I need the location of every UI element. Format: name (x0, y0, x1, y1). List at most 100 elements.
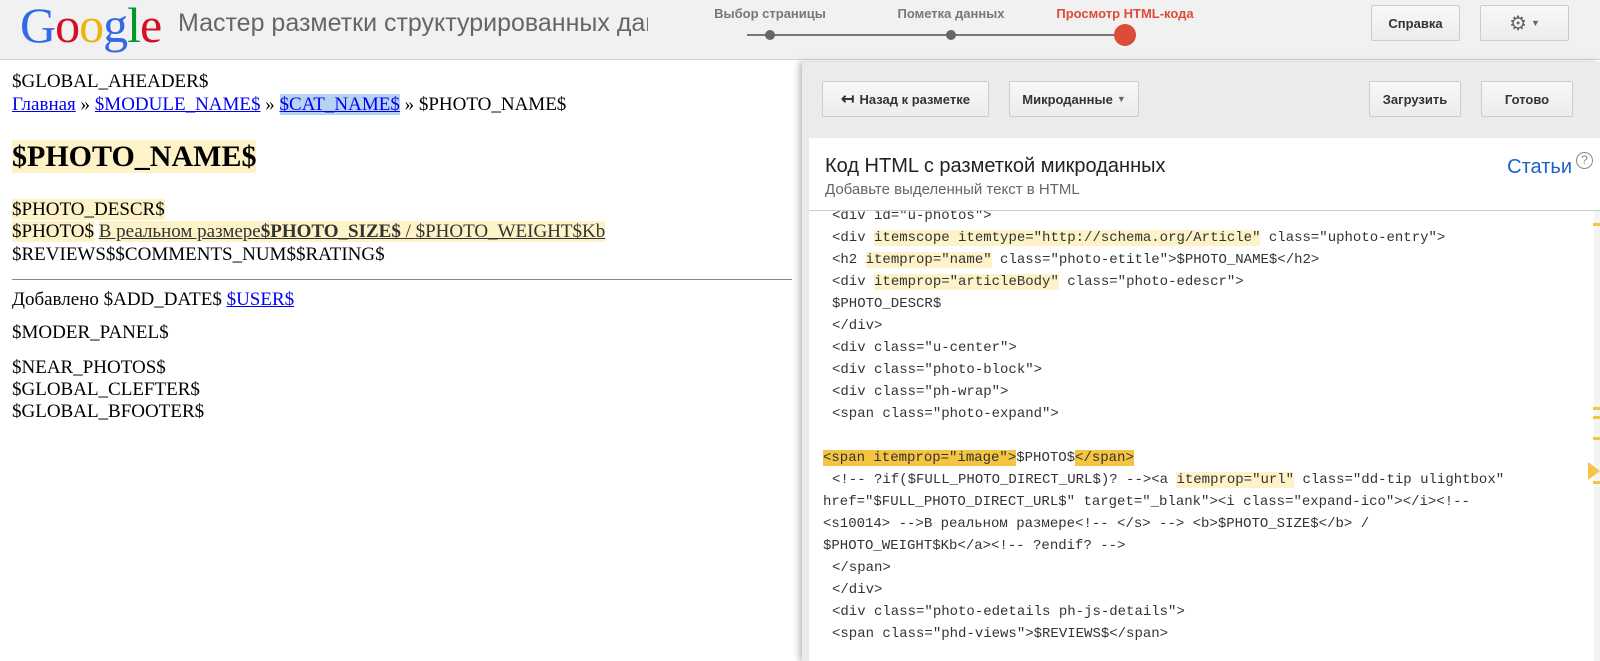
code-line: <h2 itemprop="name" class="photo-etitle"… (832, 249, 1319, 271)
global-clefter: $GLOBAL_CLEFTER$ (12, 379, 200, 400)
page-preview: $GLOBAL_AHEADER$ Главная » $MODULE_NAME$… (0, 62, 800, 661)
moder-panel: $MODER_PANEL$ (12, 322, 169, 343)
photo-stats: $REVIEWS$$COMMENTS_NUM$$RATING$ (12, 244, 385, 265)
code-view[interactable]: <div id="u-photos"> <div itemscope itemt… (809, 211, 1579, 661)
code-token-highlight: itemprop="name" (865, 252, 992, 268)
format-label: Микроданные (1022, 91, 1113, 107)
code-line: </div> (832, 318, 883, 334)
step-label: Выбор страницы (714, 6, 826, 21)
code-token: class="uphoto-entry"> (1260, 230, 1446, 246)
code-line: <div class="ph-wrap"> (832, 384, 1009, 400)
breadcrumb: Главная » $MODULE_NAME$ » $CAT_NAME$ » $… (12, 93, 566, 116)
photo-description-text: $PHOTO_DESCR$ (12, 199, 165, 220)
download-button[interactable]: Загрузить (1369, 81, 1461, 117)
divider (12, 279, 792, 280)
code-line: <s10014> -->В реальном размере<!-- </s> … (823, 516, 1370, 532)
logo-letter: G (20, 0, 56, 53)
help-icon[interactable]: ? (1576, 152, 1593, 169)
step-dot (765, 30, 775, 40)
help-button[interactable]: Справка (1371, 5, 1460, 41)
code-line: <span class="phd-views">$REVIEWS$</span> (832, 626, 1169, 642)
code-line: <span itemprop="image">$PHOTO$</span> (823, 447, 1134, 469)
step-dot-current (1114, 24, 1136, 46)
full-size-text: В реальном размере (98, 221, 261, 242)
app-title: Мастер разметки структурированных данных (178, 9, 648, 37)
logo-letter: e (140, 0, 162, 53)
breadcrumb-current: $PHOTO_NAME$ (418, 94, 567, 115)
code-token: class="photo-etitle">$PHOTO_NAME$</h2> (991, 252, 1320, 268)
code-line: href="$FULL_PHOTO_DIRECT_URL$" target="_… (823, 494, 1470, 510)
code-line: <div class="photo-edetails ph-js-details… (832, 604, 1185, 620)
code-subtitle: Добавьте выделенный текст в HTML (825, 181, 1080, 198)
logo-letter: o (55, 0, 80, 53)
photo-title[interactable]: $PHOTO_NAME$ (12, 140, 257, 174)
breadcrumb-category-link[interactable]: $CAT_NAME$ (279, 94, 400, 115)
code-token-highlight: itemprop="articleBody" (874, 274, 1059, 290)
code-line: </span> (832, 560, 891, 576)
step-label: Просмотр HTML-кода (1056, 6, 1194, 21)
code-line: $PHOTO_WEIGHT$Kb</a><!-- ?endif? --> (823, 538, 1126, 554)
code-token-added: <span itemprop="image"> (823, 450, 1017, 466)
full-size-link[interactable]: В реальном размере$PHOTO_SIZE$ / $PHOTO_… (98, 221, 606, 242)
breadcrumb-home-link[interactable]: Главная (12, 94, 76, 115)
code-token-added: </span> (1075, 450, 1134, 466)
near-photos: $NEAR_PHOTOS$ (12, 357, 166, 378)
gear-icon: ⚙ (1509, 12, 1527, 35)
photo-weight: $PHOTO_WEIGHT$Kb (415, 221, 606, 242)
step-label: Пометка данных (897, 6, 1005, 21)
logo-letter: l (127, 0, 141, 53)
code-line: <div itemscope itemtype="http://schema.o… (832, 227, 1445, 249)
chevron-down-icon: ▼ (1531, 18, 1540, 28)
scroll-marker (1593, 407, 1600, 410)
back-arrow-icon: ↤ (841, 91, 855, 108)
user-link[interactable]: $USER$ (227, 289, 295, 310)
code-token: <div (832, 230, 875, 246)
code-token: <h2 (832, 252, 866, 268)
format-dropdown[interactable]: Микроданные ▼ (1009, 81, 1139, 117)
scroll-marker (1593, 223, 1600, 226)
breadcrumb-separator: » (404, 94, 415, 115)
global-header-var: $GLOBAL_AHEADER$ (12, 71, 209, 92)
chevron-down-icon: ▼ (1116, 94, 1126, 104)
scrollbar[interactable] (1588, 211, 1600, 661)
photo-description[interactable]: $PHOTO_DESCR$ (12, 198, 165, 221)
code-token: class="dd-tip ulightbox" (1294, 472, 1505, 488)
back-to-tagging-button[interactable]: ↤ Назад к разметке (822, 81, 989, 117)
steps-track (747, 34, 1115, 36)
logo-letter: g (103, 0, 128, 53)
logo-letter: o (79, 0, 104, 53)
current-change-marker (1588, 462, 1600, 480)
step-view-html[interactable]: Просмотр HTML-кода (1035, 0, 1215, 46)
back-button-label: Назад к разметке (859, 91, 970, 107)
wizard-steps: Выбор страницы Пометка данных Просмотр H… (680, 0, 1220, 60)
google-logo[interactable]: Google (20, 0, 162, 53)
html-panel: ↤ Назад к разметке Микроданные ▼ Загрузи… (802, 62, 1600, 661)
articles-link[interactable]: Статьи (1507, 156, 1572, 179)
added-label: Добавлено $ADD_DATE$ (12, 289, 222, 310)
code-title: Код HTML с разметкой микроданных (825, 155, 1166, 177)
code-token: <!-- ?if($FULL_PHOTO_DIRECT_URL$)? --><a (832, 472, 1177, 488)
size-separator: / (400, 221, 416, 242)
scroll-marker (1593, 416, 1600, 419)
step-dot (946, 30, 956, 40)
code-line: <div class="u-center"> (832, 340, 1017, 356)
step-select-page[interactable]: Выбор страницы (680, 0, 860, 40)
code-token: class="photo-edescr"> (1058, 274, 1244, 290)
breadcrumb-module-link[interactable]: $MODULE_NAME$ (95, 94, 261, 115)
code-token: <div (832, 274, 875, 290)
top-bar: Google Мастер разметки структурированных… (0, 0, 1600, 60)
code-line: <div id="u-photos"> (832, 211, 992, 224)
code-line: </div> (832, 582, 883, 598)
photo-line[interactable]: $PHOTO$ В реальном размере$PHOTO_SIZE$ /… (12, 220, 606, 243)
photo-size: $PHOTO_SIZE$ (260, 221, 401, 242)
done-button[interactable]: Готово (1481, 81, 1573, 117)
code-token: $PHOTO$ (1016, 450, 1076, 466)
added-info: Добавлено $ADD_DATE$ $USER$ (12, 288, 294, 311)
code-line: <!-- ?if($FULL_PHOTO_DIRECT_URL$)? --><a… (832, 469, 1504, 491)
photo-title-text: $PHOTO_NAME$ (12, 140, 257, 173)
scroll-marker (1593, 481, 1600, 484)
settings-button[interactable]: ⚙ ▼ (1480, 5, 1569, 41)
step-tag-data[interactable]: Пометка данных (861, 0, 1041, 40)
breadcrumb-separator: » (80, 94, 91, 115)
breadcrumb-separator: » (265, 94, 275, 115)
